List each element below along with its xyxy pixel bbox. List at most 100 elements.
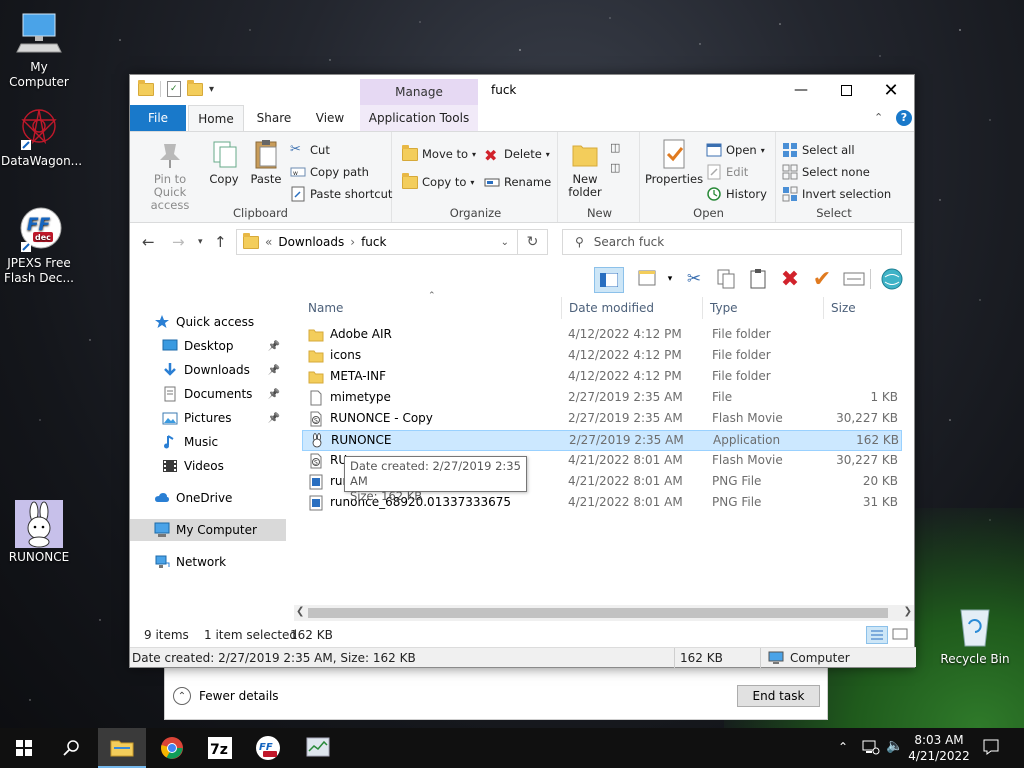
sidebar-item-pictures[interactable]: Pictures 📌 bbox=[130, 407, 286, 429]
table-row[interactable]: icons 4/12/2022 4:12 PM File folder bbox=[302, 346, 902, 367]
cut-button[interactable]: ✂ Cut bbox=[290, 140, 330, 160]
history-button[interactable]: History bbox=[706, 184, 767, 204]
desktop-icon-my-computer[interactable]: My Computer bbox=[1, 10, 77, 90]
sidebar-item-downloads[interactable]: Downloads 📌 bbox=[130, 359, 286, 381]
taskbar-file-explorer[interactable] bbox=[98, 728, 146, 768]
copy-button[interactable]: Copy bbox=[206, 138, 242, 186]
back-button[interactable]: ← bbox=[142, 233, 155, 251]
chevron-down-icon[interactable]: ▾ bbox=[658, 267, 682, 291]
large-icons-view-icon[interactable] bbox=[890, 626, 910, 644]
rename-button[interactable]: Rename bbox=[484, 172, 551, 192]
taskbar-task-manager[interactable] bbox=[294, 728, 342, 768]
column-header-name[interactable]: Name bbox=[302, 297, 562, 319]
refresh-button[interactable]: ↻ bbox=[518, 229, 548, 255]
notifications-button[interactable] bbox=[982, 738, 1000, 759]
sidebar-item-videos[interactable]: Videos bbox=[130, 455, 286, 477]
desktop-icon-recycle-bin[interactable]: Recycle Bin bbox=[937, 602, 1013, 667]
tab-home[interactable]: Home bbox=[188, 105, 244, 131]
paste-button[interactable]: Paste bbox=[246, 138, 286, 186]
edit-button[interactable]: Edit bbox=[706, 162, 748, 182]
search-input[interactable]: ⚲ Search fuck bbox=[562, 229, 902, 255]
up-button[interactable]: ↑ bbox=[214, 233, 227, 251]
copy-to-button[interactable]: Copy to ▾ bbox=[402, 172, 474, 192]
properties-button[interactable]: Properties bbox=[644, 138, 704, 186]
paste-shortcut-button[interactable]: Paste shortcut bbox=[290, 184, 392, 204]
sidebar-item-my-computer[interactable]: My Computer bbox=[130, 519, 286, 541]
desktop-icon-datawagon[interactable]: DataWagon... bbox=[1, 104, 82, 169]
address-bar[interactable]: « Downloads › fuck ⌄ bbox=[236, 229, 518, 255]
delete-button[interactable]: ✖ Delete ▾ bbox=[484, 144, 550, 165]
properties-icon[interactable]: ✓ bbox=[167, 81, 181, 97]
breadcrumb-fuck[interactable]: fuck bbox=[361, 235, 386, 249]
invert-selection-button[interactable]: Invert selection bbox=[782, 184, 891, 204]
sidebar-item-documents[interactable]: Documents 📌 bbox=[130, 383, 286, 405]
horizontal-scrollbar[interactable]: ❮ ❯ bbox=[294, 605, 914, 621]
tab-view[interactable]: View bbox=[304, 105, 356, 131]
column-header-date[interactable]: Date modified bbox=[563, 297, 703, 319]
open-button[interactable]: Open ▾ bbox=[706, 140, 765, 160]
show-hidden-icons-button[interactable]: ⌃ bbox=[838, 740, 848, 754]
collapse-ribbon-icon[interactable]: ⌃ bbox=[874, 111, 883, 124]
scroll-left-icon[interactable]: ❮ bbox=[296, 606, 304, 617]
tab-file[interactable]: File bbox=[130, 105, 186, 131]
taskbar-chrome[interactable] bbox=[148, 728, 196, 768]
delete-icon[interactable]: ✖ bbox=[778, 267, 802, 292]
help-icon[interactable]: ? bbox=[896, 110, 912, 126]
table-row[interactable]: Adobe AIR 4/12/2022 4:12 PM File folder bbox=[302, 325, 902, 346]
status-bar: 9 items 1 item selected 162 KB bbox=[130, 625, 914, 645]
globe-icon[interactable] bbox=[880, 267, 904, 291]
scissors-icon[interactable]: ✂ bbox=[682, 267, 706, 291]
new-folder-icon[interactable] bbox=[187, 79, 203, 96]
tab-application-tools[interactable]: Application Tools bbox=[360, 105, 478, 131]
sidebar-item-desktop[interactable]: Desktop 📌 bbox=[130, 335, 286, 357]
tab-share[interactable]: Share bbox=[248, 105, 300, 131]
desktop-icon-runonce[interactable]: RUNONCE bbox=[1, 500, 77, 565]
table-row[interactable]: RUNONCE 2/27/2019 2:35 AM Application 162 K… bbox=[302, 430, 902, 451]
select-none-button[interactable]: Select none bbox=[782, 162, 870, 182]
forward-button[interactable]: → bbox=[172, 233, 185, 251]
search-button[interactable] bbox=[48, 728, 96, 768]
paste-icon[interactable] bbox=[746, 267, 770, 291]
preview-icon[interactable] bbox=[636, 267, 660, 291]
table-row[interactable]: META-INF 4/12/2022 4:12 PM File folder bbox=[302, 367, 902, 388]
chevron-down-icon[interactable]: ⌄ bbox=[501, 237, 509, 248]
desktop-icon-ffdec[interactable]: FF dec JPEXS Free Flash Dec... bbox=[1, 206, 77, 286]
taskbar-clock[interactable]: 8:03 AM 4/21/2022 bbox=[906, 732, 972, 764]
volume-tray-icon[interactable]: 🔈 bbox=[886, 738, 903, 754]
end-task-button[interactable]: End task bbox=[737, 685, 820, 707]
breadcrumb-downloads[interactable]: Downloads bbox=[278, 235, 344, 249]
minimize-button[interactable]: — bbox=[778, 75, 824, 105]
table-row[interactable]: S RUNONCE - Copy 2/27/2019 2:35 AM Flash Mo… bbox=[302, 409, 902, 430]
scroll-right-icon[interactable]: ❯ bbox=[904, 606, 912, 617]
sidebar-item-quick-access[interactable]: Quick access bbox=[130, 311, 286, 333]
sidebar-item-network[interactable]: Network bbox=[130, 551, 286, 573]
navigation-pane-icon[interactable] bbox=[594, 267, 624, 293]
copy-icon[interactable] bbox=[714, 267, 738, 291]
recent-locations-button[interactable]: ▾ bbox=[198, 237, 203, 247]
fewer-details-button[interactable]: ⌃ Fewer details bbox=[173, 687, 279, 705]
close-button[interactable]: ✕ bbox=[868, 75, 914, 105]
new-folder-button[interactable]: New folder bbox=[564, 138, 606, 199]
maximize-button[interactable] bbox=[823, 75, 869, 105]
breadcrumb-overflow-icon[interactable]: « bbox=[265, 235, 272, 249]
move-to-button[interactable]: Move to ▾ bbox=[402, 144, 476, 164]
column-header-size[interactable]: Size bbox=[825, 297, 905, 319]
scrollbar-thumb[interactable] bbox=[308, 608, 888, 618]
checkmark-icon[interactable]: ✔ bbox=[810, 267, 834, 292]
taskbar-7zip[interactable]: 7z bbox=[196, 728, 244, 768]
sidebar-item-music[interactable]: Music bbox=[130, 431, 286, 453]
network-tray-icon[interactable] bbox=[862, 739, 880, 758]
column-header-type[interactable]: Type bbox=[704, 297, 824, 319]
customize-toolbar-icon[interactable]: ▾ bbox=[209, 84, 214, 95]
pin-to-quick-access-button[interactable]: Pin to Quick access bbox=[136, 138, 204, 212]
new-item-icons[interactable]: ◫ ◫ bbox=[610, 138, 620, 178]
breadcrumb-separator-icon[interactable]: › bbox=[350, 235, 355, 249]
sidebar-item-onedrive[interactable]: OneDrive bbox=[130, 487, 286, 509]
taskbar-ffdec[interactable]: FF bbox=[244, 728, 292, 768]
details-view-icon[interactable] bbox=[866, 626, 888, 644]
select-all-button[interactable]: Select all bbox=[782, 140, 855, 160]
rename-icon[interactable] bbox=[842, 267, 866, 291]
start-button[interactable] bbox=[0, 728, 48, 768]
copy-path-button[interactable]: w Copy path bbox=[290, 162, 369, 182]
table-row[interactable]: mimetype 2/27/2019 2:35 AM File 1 KB bbox=[302, 388, 902, 409]
